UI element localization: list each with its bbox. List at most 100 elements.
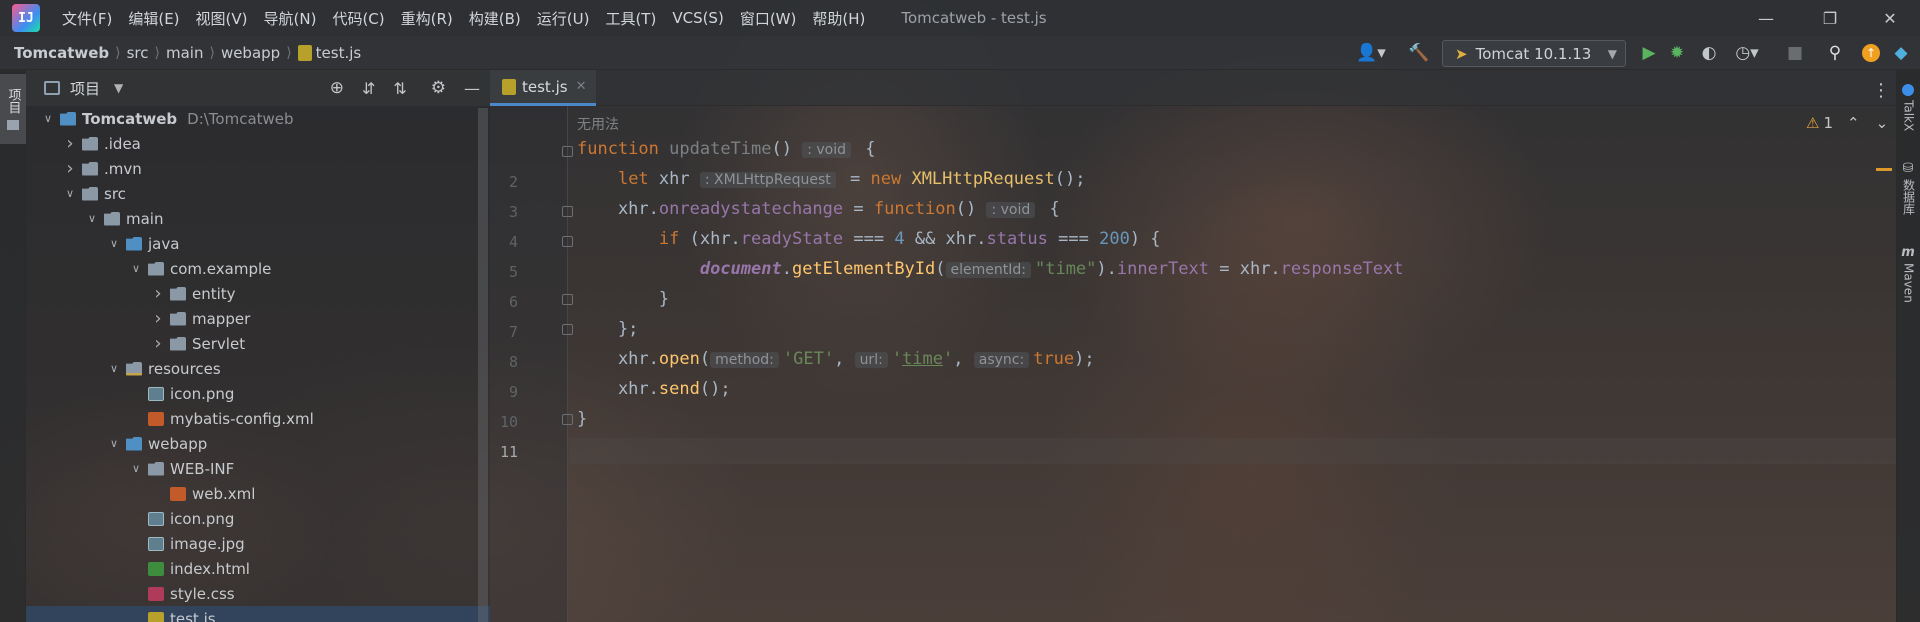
locate-icon[interactable]: ⊕ (330, 78, 344, 98)
code-line-1[interactable]: function updateTime() : void { (577, 139, 876, 159)
update-icon[interactable]: ↑ (1858, 40, 1884, 66)
fold-marker-icon[interactable] (562, 206, 573, 217)
inspection-widget[interactable]: ⚠ 1 ⌃ ⌄ (1806, 114, 1888, 132)
tool-tab-database[interactable]: ⛁ 数据库 (1896, 162, 1920, 215)
menu-code[interactable]: 代码(C) (324, 8, 392, 29)
menu-vcs[interactable]: VCS(S) (664, 9, 731, 27)
tree-item[interactable]: ∨ WEB-INF (26, 456, 490, 481)
chevron-down-icon[interactable]: ∨ (106, 437, 122, 450)
chevron-down-icon[interactable]: ∨ (84, 212, 100, 225)
menu-help[interactable]: 帮助(H) (804, 8, 873, 29)
search-icon[interactable]: ⚲ (1822, 40, 1848, 66)
tree-item[interactable]: icon.png (26, 506, 490, 531)
breadcrumb-main[interactable]: main (166, 44, 203, 62)
menu-view[interactable]: 视图(V) (188, 8, 256, 29)
build-hammer-icon[interactable]: 🔨 (1406, 40, 1432, 66)
code-line-8[interactable]: xhr.open(method: 'GET', url:'time', async… (577, 349, 1095, 369)
profile-icon[interactable]: ◷▾ (1730, 40, 1764, 66)
menu-file[interactable]: 文件(F) (54, 8, 120, 29)
tree-item[interactable]: › .idea (26, 131, 490, 156)
code-line-9[interactable]: xhr.send(); (577, 379, 731, 399)
tree-item[interactable]: ∨ com.example (26, 256, 490, 281)
plugin-icon[interactable]: ◆ (1888, 40, 1914, 66)
chevron-right-icon[interactable]: › (62, 133, 78, 154)
coverage-icon[interactable]: ◐ (1696, 40, 1722, 66)
more-options-icon[interactable]: ⋮ (1872, 80, 1890, 101)
code-line-7[interactable]: }; (577, 319, 638, 339)
tree-item[interactable]: ∨ resources (26, 356, 490, 381)
fold-marker-icon[interactable] (562, 414, 573, 425)
collapse-all-icon[interactable]: ⇅ (393, 79, 406, 98)
tree-item[interactable]: test.js (26, 606, 490, 622)
chevron-down-icon[interactable]: ⌄ (1876, 114, 1889, 132)
menu-tools[interactable]: 工具(T) (597, 8, 664, 29)
chevron-down-icon[interactable]: ∨ (128, 262, 144, 275)
breadcrumb-file[interactable]: test.js (316, 44, 362, 62)
menu-window[interactable]: 窗口(W) (732, 8, 805, 29)
run-icon[interactable]: ▶ (1636, 40, 1662, 66)
chevron-down-icon[interactable]: ∨ (62, 187, 78, 200)
chevron-right-icon[interactable]: › (150, 283, 166, 304)
tree-item[interactable]: style.css (26, 581, 490, 606)
tree-item[interactable]: › Servlet (26, 331, 490, 356)
chevron-down-icon[interactable]: ▼ (114, 81, 123, 95)
fold-marker-icon[interactable] (562, 294, 573, 305)
project-tree-scrollbar[interactable] (478, 108, 488, 622)
code-line-5[interactable]: document.getElementById(elementId: "time"… (577, 259, 1404, 279)
breadcrumb-webapp[interactable]: webapp (221, 44, 280, 62)
tree-item[interactable]: › mapper (26, 306, 490, 331)
minimize-icon[interactable]: — (1736, 0, 1796, 36)
menu-navigate[interactable]: 导航(N) (256, 8, 325, 29)
chevron-down-icon[interactable]: ∨ (106, 237, 122, 250)
tree-item[interactable]: ∨ Tomcatweb D:\Tomcatweb (26, 106, 490, 131)
run-configuration-select[interactable]: ➤ Tomcat 10.1.13 ▼ (1442, 40, 1626, 67)
debug-icon[interactable]: ✹ (1664, 40, 1690, 66)
menu-edit[interactable]: 编辑(E) (120, 8, 187, 29)
project-tool-tab[interactable]: 项目 (0, 74, 26, 144)
breadcrumb-project[interactable]: Tomcatweb (14, 44, 109, 62)
tree-item[interactable]: image.jpg (26, 531, 490, 556)
menu-refactor[interactable]: 重构(R) (393, 8, 461, 29)
code-line-4[interactable]: if (xhr.readyState === 4 && xhr.status =… (577, 229, 1161, 249)
tree-item[interactable]: mybatis-config.xml (26, 406, 490, 431)
chevron-up-icon[interactable]: ⌃ (1847, 114, 1860, 132)
tree-item[interactable]: web.xml (26, 481, 490, 506)
expand-all-icon[interactable]: ⇵ (362, 79, 375, 98)
breadcrumb-src[interactable]: src (127, 44, 149, 62)
chevron-right-icon[interactable]: › (150, 333, 166, 354)
tree-item[interactable]: index.html (26, 556, 490, 581)
user-account-icon[interactable]: 👤▾ (1354, 40, 1388, 66)
tree-item[interactable]: ∨ java (26, 231, 490, 256)
menu-run[interactable]: 运行(U) (529, 8, 598, 29)
chevron-down-icon[interactable]: ∨ (128, 462, 144, 475)
hide-panel-icon[interactable]: — (464, 79, 480, 98)
tree-item[interactable]: ∨ webapp (26, 431, 490, 456)
fold-marker-icon[interactable] (562, 146, 573, 157)
code-line-3[interactable]: xhr.onreadystatechange = function() : vo… (577, 199, 1060, 219)
code-line-6[interactable]: } (577, 289, 669, 309)
tree-item[interactable]: ∨ main (26, 206, 490, 231)
code-line-10[interactable]: } (577, 409, 587, 429)
tree-item[interactable]: icon.png (26, 381, 490, 406)
project-panel-title[interactable]: 项目 (70, 78, 100, 99)
menu-build[interactable]: 构建(B) (461, 8, 529, 29)
restore-icon[interactable]: ❐ (1800, 0, 1860, 36)
gear-icon[interactable]: ⚙ (431, 78, 446, 98)
chevron-right-icon[interactable]: › (150, 308, 166, 329)
tool-tab-maven[interactable]: m Maven (1896, 246, 1920, 303)
tool-tab-talkx[interactable]: TalkX (1896, 84, 1920, 131)
stop-icon[interactable]: ■ (1782, 40, 1808, 66)
fold-marker-icon[interactable] (562, 236, 573, 247)
tree-item[interactable]: › entity (26, 281, 490, 306)
close-tab-icon[interactable]: ✕ (576, 79, 587, 94)
fold-marker-icon[interactable] (562, 324, 573, 335)
close-icon[interactable]: ✕ (1860, 0, 1920, 36)
chevron-down-icon[interactable]: ∨ (106, 362, 122, 375)
tab-test-js[interactable]: test.js ✕ (490, 70, 596, 106)
code-line-2[interactable]: let xhr : XMLHttpRequest = new XMLHttpRe… (577, 169, 1086, 189)
tree-item[interactable]: › .mvn (26, 156, 490, 181)
chevron-right-icon[interactable]: › (62, 158, 78, 179)
chevron-down-icon[interactable]: ∨ (40, 112, 56, 125)
tree-item[interactable]: ∨ src (26, 181, 490, 206)
warning-stripe-marker[interactable] (1876, 168, 1892, 171)
